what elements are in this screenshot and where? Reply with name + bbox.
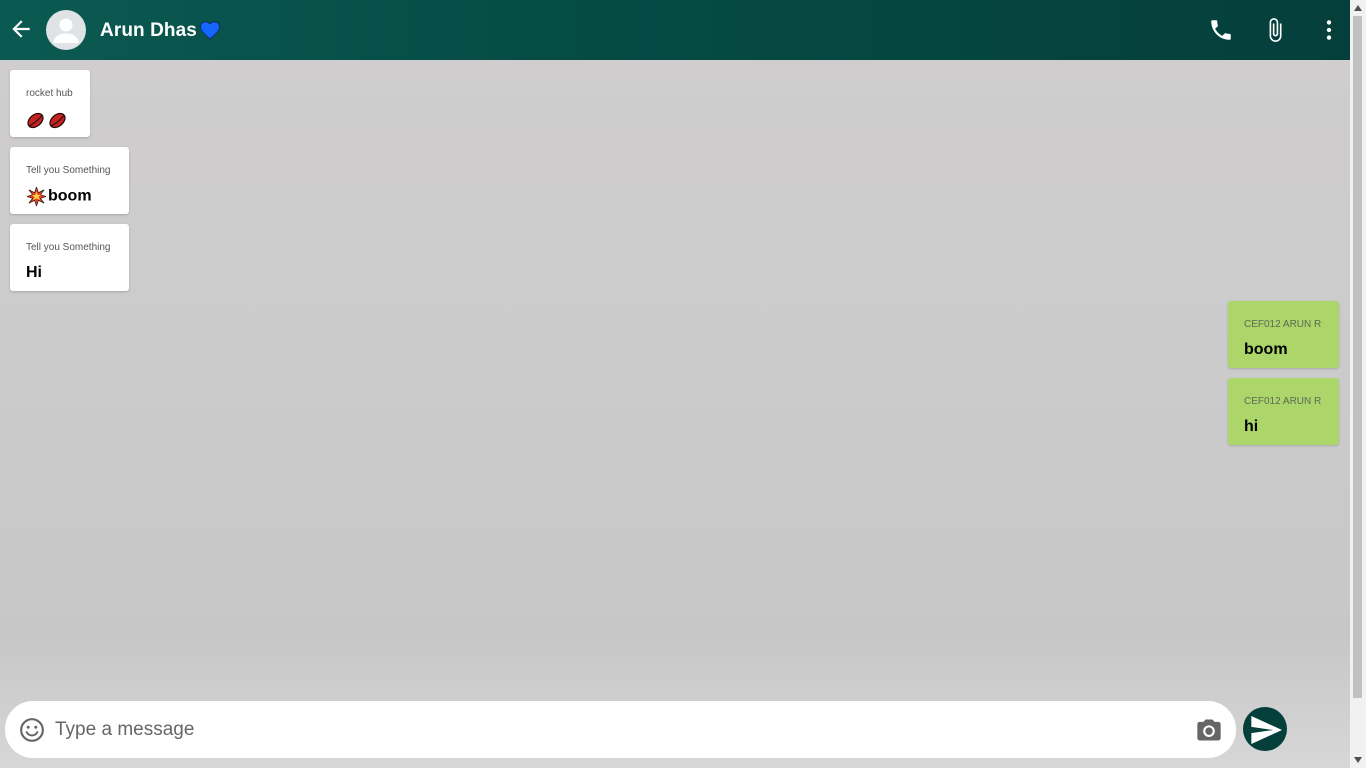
blue-heart-icon	[199, 20, 221, 40]
message-bubble-incoming[interactable]: Tell you Something boom	[10, 147, 129, 214]
paperclip-icon[interactable]	[1262, 17, 1288, 43]
page-scrollbar[interactable]	[1350, 0, 1366, 768]
message-sender: Tell you Something	[26, 165, 111, 176]
lips-emoji-icon	[26, 111, 45, 130]
scrollbar-thumb[interactable]	[1353, 16, 1362, 698]
scroll-up-arrow-icon[interactable]	[1354, 5, 1362, 11]
message-bubble-outgoing[interactable]: CEF012 ARUN R boom	[1228, 301, 1339, 368]
message-bubble-incoming[interactable]: rocket hub	[10, 70, 90, 137]
message-input[interactable]	[55, 715, 1175, 745]
message-sender: CEF012 ARUN R	[1244, 319, 1322, 330]
smiley-icon[interactable]	[19, 717, 45, 743]
send-button[interactable]	[1243, 707, 1287, 751]
phone-icon[interactable]	[1208, 17, 1234, 43]
message-text: Hi	[26, 264, 42, 281]
contact-name[interactable]: Arun Dhas	[100, 20, 197, 42]
message-text-row: boom	[25, 185, 92, 208]
message-bubble-outgoing[interactable]: CEF012 ARUN R hi	[1228, 378, 1339, 445]
message-sender: CEF012 ARUN R	[1244, 396, 1322, 407]
more-vert-icon[interactable]	[1316, 17, 1342, 43]
message-text: boom	[1244, 341, 1288, 358]
chat-header: Arun Dhas	[0, 0, 1350, 60]
camera-icon[interactable]	[1195, 716, 1223, 744]
message-emoji	[26, 111, 70, 130]
avatar[interactable]	[46, 10, 86, 50]
lips-emoji-icon	[48, 111, 67, 130]
message-bubble-incoming[interactable]: Tell you Something Hi	[10, 224, 129, 291]
send-icon	[1251, 716, 1282, 744]
chat-window: Arun Dhas rocket hub Tell you Something	[0, 0, 1350, 768]
back-arrow-icon[interactable]	[8, 16, 34, 42]
message-text: hi	[1244, 418, 1259, 435]
scroll-down-arrow-icon[interactable]	[1354, 757, 1362, 763]
message-composer	[5, 701, 1236, 758]
collision-emoji-icon	[25, 185, 48, 208]
message-text: boom	[48, 187, 92, 205]
message-sender: rocket hub	[26, 88, 73, 99]
message-sender: Tell you Something	[26, 242, 111, 253]
